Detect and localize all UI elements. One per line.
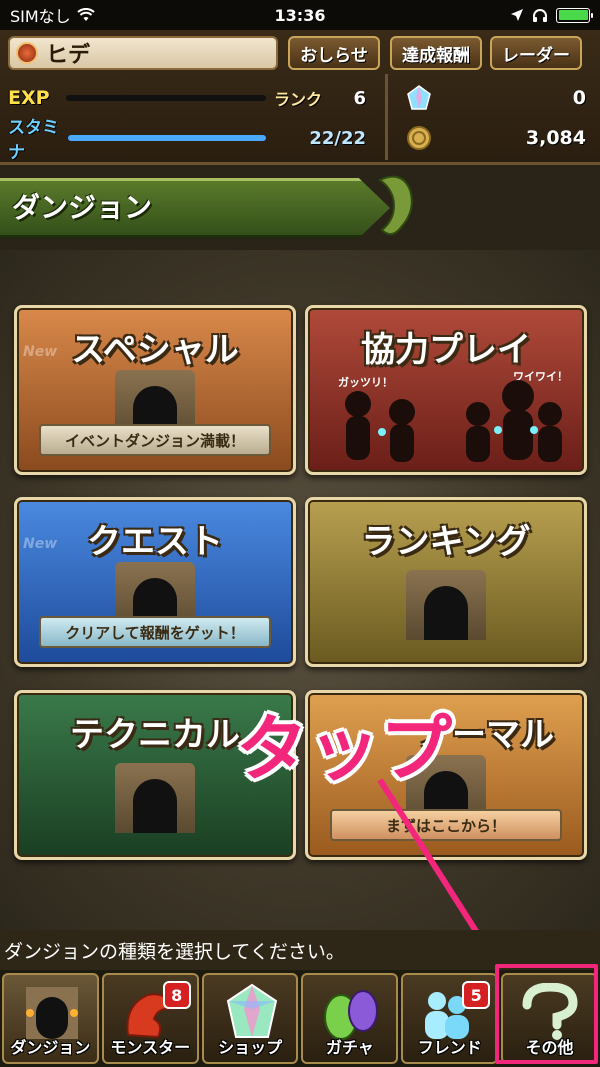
instruction-text: ダンジョンの種類を選択してください。 <box>0 930 600 970</box>
exp-bar <box>66 95 266 101</box>
nav-other[interactable]: その他 <box>501 973 598 1064</box>
stamina-row: スタミナ 22/22 <box>8 118 378 163</box>
magic-stone-shop-icon <box>226 983 277 1038</box>
dungeon-gate-icon <box>26 987 78 1039</box>
stamina-bar <box>68 135 266 141</box>
nav-dungeon[interactable]: ダンジョン <box>2 973 99 1064</box>
nav-label: ショップ <box>218 1038 283 1057</box>
card-title: クエスト <box>87 522 223 562</box>
rank-label: ランク <box>274 90 323 109</box>
card-title: ランキング <box>361 522 531 562</box>
magic-stone-icon <box>407 85 431 110</box>
magic-stone-count: 0 <box>572 87 586 109</box>
coin-icon <box>407 126 431 150</box>
headphones-icon <box>533 9 547 22</box>
card-title: スペシャル <box>71 330 239 370</box>
wifi-icon <box>77 8 95 21</box>
bottom-nav: ダンジョン 8 モンスター ショップ ガチャ 5 フレンド その他 <box>0 970 600 1067</box>
nav-friend[interactable]: 5 フレンド <box>401 973 499 1064</box>
header-divider <box>385 74 388 160</box>
achievement-rewards-button[interactable]: 達成報酬 <box>390 36 482 70</box>
card-ribbon: クリアして報酬をゲット！ <box>39 616 271 648</box>
monster-count-badge: 8 <box>162 981 191 1009</box>
card-ribbon: イベントダンジョン満載！ <box>39 424 271 456</box>
friend-count-badge: 5 <box>462 981 491 1009</box>
dungeon-card-coop[interactable]: 協力プレイ ガッツリ！ ワイワイ！ <box>305 305 587 475</box>
nav-gacha[interactable]: ガチャ <box>301 973 399 1064</box>
news-button[interactable]: おしらせ <box>288 36 380 70</box>
dungeon-card-quest[interactable]: New クエスト クリアして報酬をゲット！ <box>14 497 296 667</box>
stamina-value: 22/22 <box>309 127 366 149</box>
dungeon-card-special[interactable]: New スペシャル イベントダンジョン満載！ <box>14 305 296 475</box>
carrier-label: SIMなし <box>10 7 71 26</box>
dragon-emblem-icon <box>378 175 413 236</box>
radar-button[interactable]: レーダー <box>490 36 582 70</box>
card-title: 協力プレイ <box>361 330 531 370</box>
dungeon-gate-icon <box>406 570 486 640</box>
dungeon-gate-icon <box>115 763 195 833</box>
battery-icon <box>556 7 593 23</box>
nav-monster[interactable]: 8 モンスター <box>101 973 199 1064</box>
stamina-label: スタミナ <box>8 118 59 163</box>
nav-shop[interactable]: ショップ <box>201 973 299 1064</box>
nav-label: ガチャ <box>325 1038 374 1057</box>
player-name: ヒデ <box>46 43 91 68</box>
player-header: ヒデ おしらせ 達成報酬 レーダー EXP ランク 6 スタミナ 22/22 0… <box>0 30 600 165</box>
egg-gacha-icon <box>324 990 379 1040</box>
player-rank-badge-icon <box>16 42 38 64</box>
coin-count: 3,084 <box>525 127 586 149</box>
magic-stone-row[interactable]: 0 <box>406 80 586 116</box>
question-mark-icon <box>522 983 578 1040</box>
exp-label: EXP <box>8 87 50 109</box>
nav-label: その他 <box>525 1038 574 1057</box>
exp-row: EXP ランク 6 <box>8 80 378 116</box>
status-bar: SIMなし 13:36 <box>0 0 600 30</box>
rank-value: 6 <box>353 87 366 109</box>
player-name-box[interactable]: ヒデ <box>8 36 278 70</box>
coop-players-silhouette-icon <box>345 380 562 462</box>
nav-label: フレンド <box>417 1038 482 1057</box>
coin-row: 3,084 <box>406 120 586 156</box>
section-title: ダンジョン <box>12 191 153 224</box>
dungeon-card-ranking[interactable]: ランキング <box>305 497 587 667</box>
nav-label: モンスター <box>110 1038 191 1057</box>
location-icon <box>511 9 523 21</box>
nav-label: ダンジョン <box>10 1038 91 1057</box>
